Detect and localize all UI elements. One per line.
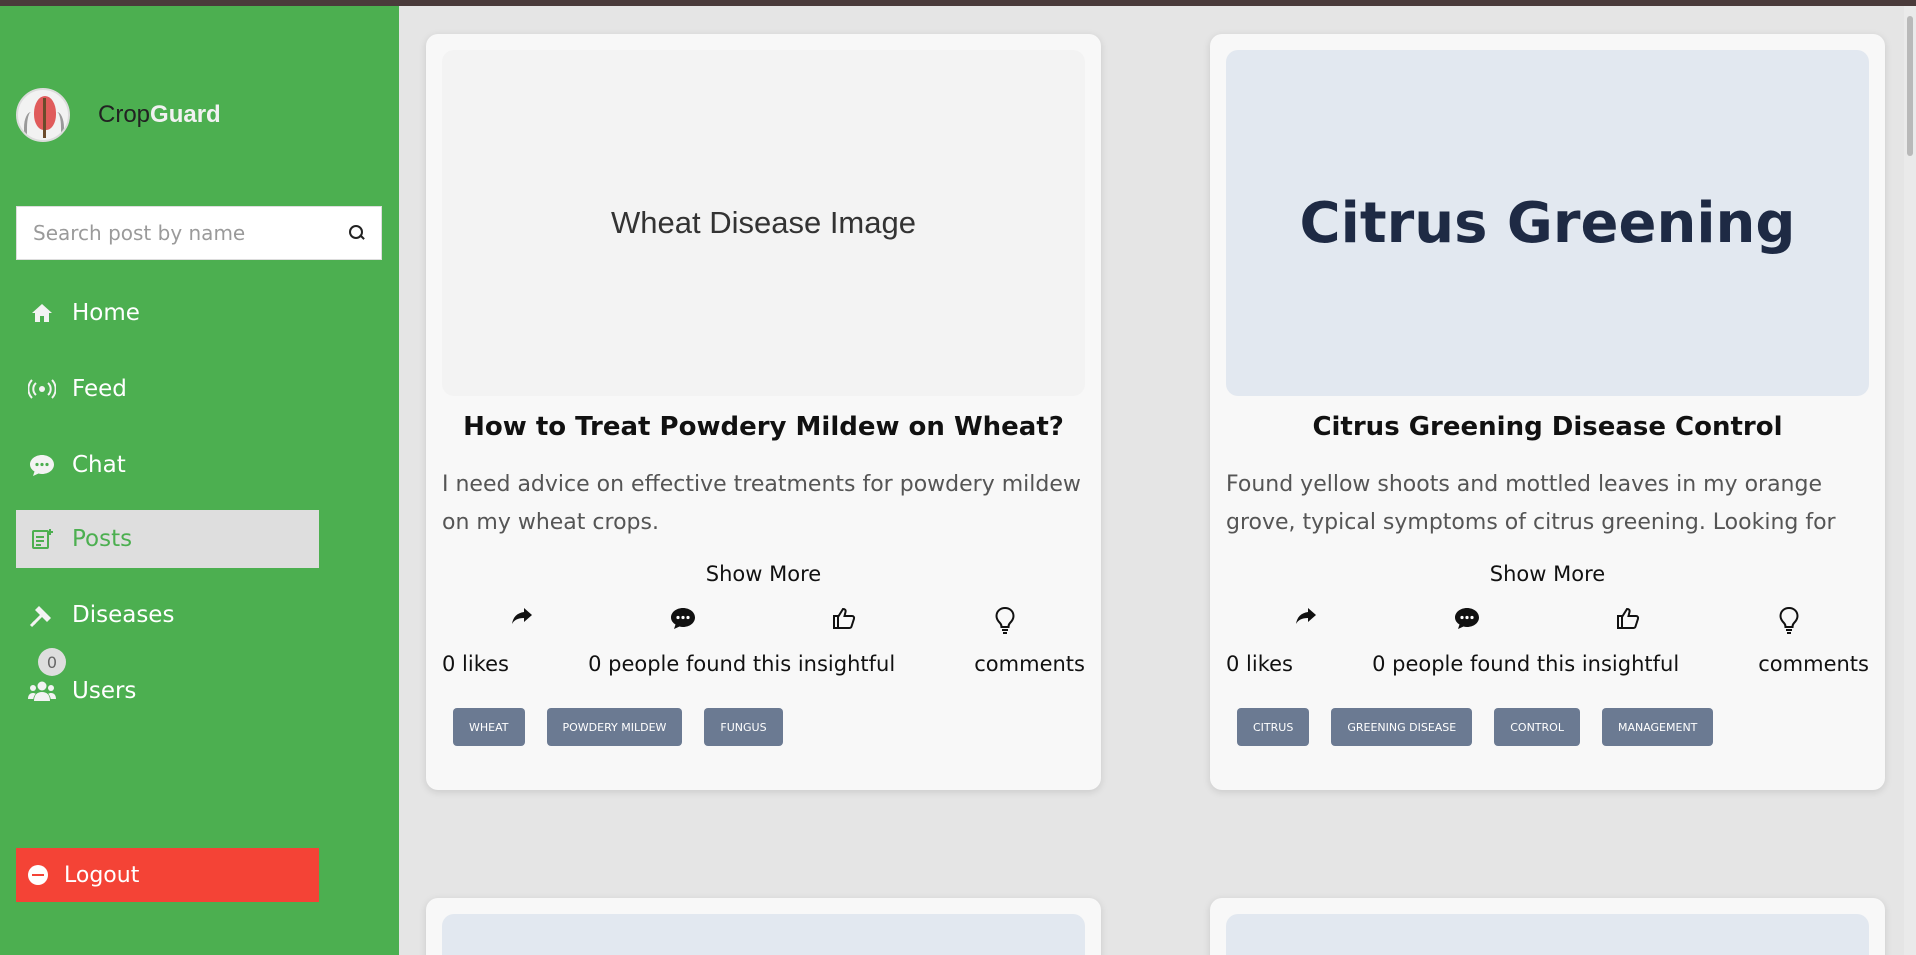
post-stats: 0 likes 0 people found this insightful c… [442,652,1085,676]
lightbulb-icon[interactable] [1709,606,1869,634]
tag[interactable]: MANAGEMENT [1601,708,1714,746]
thumbs-up-icon[interactable] [1548,606,1708,634]
lightbulb-icon[interactable] [925,606,1085,634]
tag-list: WHEAT POWDERY MILDEW FUNGUS [453,708,783,746]
logout-label: Logout [64,862,140,888]
insightful-count: 0 people found this insightful [588,652,896,676]
sidebar-item-feed[interactable]: Feed [16,360,319,418]
tag[interactable]: POWDERY MILDEW [546,708,683,746]
post-image [1226,914,1869,955]
post-image: Citrus Greening [1226,50,1869,396]
sidebar-item-label: Feed [72,376,127,402]
sidebar-item-chat[interactable]: Chat [16,436,319,494]
thumbs-up-icon[interactable] [764,606,924,634]
sidebar-item-posts[interactable]: Posts [16,510,319,568]
tag[interactable]: FUNGUS [704,708,783,746]
show-more-button[interactable]: Show More [442,562,1085,586]
post-icon [28,525,56,553]
search-input[interactable] [33,221,333,245]
sidebar-item-label: Posts [72,526,133,552]
tag[interactable]: WHEAT [453,708,525,746]
disease-icon [28,601,56,629]
comment-icon[interactable] [603,606,763,634]
sidebar-item-label: Users [72,678,137,704]
post-title: How to Treat Powdery Mildew on Wheat? [463,412,1064,442]
cropguard-logo-icon [16,88,70,142]
brand[interactable]: CropGuard [16,88,221,142]
sidebar-item-diseases[interactable]: Diseases [16,586,319,644]
insightful-count: 0 people found this insightful [1372,652,1680,676]
users-icon [28,677,56,705]
logout-button[interactable]: Logout [16,848,319,902]
brand-name: CropGuard [98,101,221,128]
post-description: Found yellow shoots and mottled leaves i… [1226,472,1836,535]
post-actions [1226,606,1869,634]
post-image: Wheat Disease Image [442,50,1085,396]
home-icon [28,299,56,327]
post-actions [442,606,1085,634]
post-stats: 0 likes 0 people found this insightful c… [1226,652,1869,676]
search-box [16,206,382,260]
comments-link[interactable]: comments [974,652,1085,676]
chat-icon [28,451,56,479]
sidebar-item-users[interactable]: Users [16,662,319,720]
likes-count: 0 likes [442,652,509,676]
post-card [1210,898,1885,955]
tag-list: CITRUS GREENING DISEASE CONTROL MANAGEME… [1237,708,1714,746]
share-icon[interactable] [442,606,602,634]
post-card: Citrus Greening Citrus Greening Disease … [1210,34,1885,790]
sidebar-item-label: Chat [72,452,126,478]
post-card: Wheat Disease Image How to Treat Powdery… [426,34,1101,790]
post-card [426,898,1101,955]
tag[interactable]: CONTROL [1494,708,1580,746]
sidebar-item-home[interactable]: Home [16,284,319,342]
scrollbar[interactable] [1904,6,1916,955]
post-image-text: Wheat Disease Image [611,205,916,240]
show-more-button[interactable]: Show More [1226,562,1869,586]
sidebar-item-label: Diseases [72,602,175,628]
broadcast-icon [28,375,56,403]
comments-link[interactable]: comments [1758,652,1869,676]
search-icon[interactable] [349,225,365,241]
post-description: I need advice on effective treatments fo… [442,472,1081,535]
tag[interactable]: GREENING DISEASE [1331,708,1473,746]
comment-icon[interactable] [1387,606,1547,634]
scrollbar-thumb[interactable] [1907,16,1913,156]
post-image [442,914,1085,955]
post-title: Citrus Greening Disease Control [1312,412,1783,442]
tag[interactable]: CITRUS [1237,708,1310,746]
share-icon[interactable] [1226,606,1386,634]
likes-count: 0 likes [1226,652,1293,676]
post-image-text: Citrus Greening [1299,190,1796,256]
logout-icon [28,865,48,885]
sidebar-item-label: Home [72,300,140,326]
